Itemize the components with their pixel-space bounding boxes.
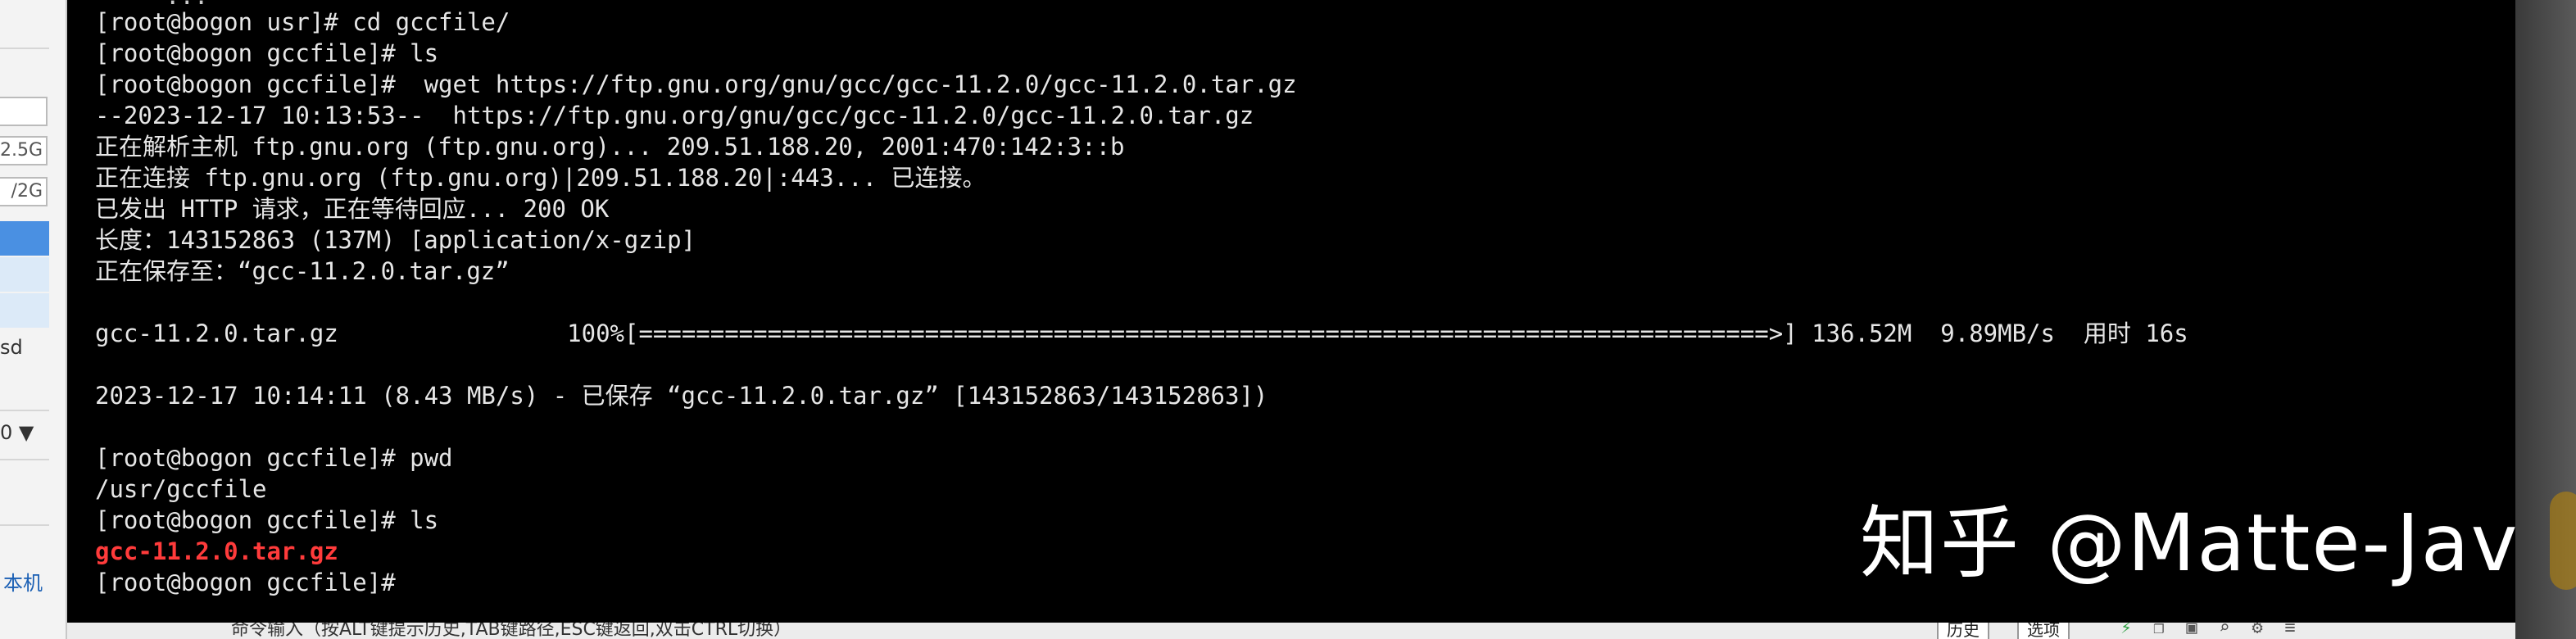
- disk-value-1: 2.5G: [0, 136, 48, 165]
- command-hint: 命令输入（按ALT键提示历史,TAB键路径,ESC键返回,双击CTRL切换）: [231, 623, 792, 639]
- list-row[interactable]: [0, 293, 49, 328]
- divider: [0, 48, 49, 49]
- lightning-icon[interactable]: ⚡: [2116, 623, 2137, 639]
- menu-icon[interactable]: ≡: [2279, 623, 2301, 639]
- terminal-line: 长度：143152863 (137M) [application/x-gzip]: [95, 226, 696, 254]
- side-dropdown[interactable]: 0 ▼: [0, 421, 49, 444]
- divider: [0, 524, 49, 526]
- terminal-line: [root@bogon usr]# cd gccfile/: [95, 8, 510, 36]
- side-panel: 2.5G /2G sd 0 ▼ 本机: [0, 0, 67, 639]
- zhihu-watermark: 知乎 @Matte-Java: [1860, 497, 2569, 589]
- local-link[interactable]: 本机: [3, 567, 52, 596]
- terminal-line: [root@bogon gccfile]# ls: [95, 39, 439, 67]
- divider: [0, 410, 49, 411]
- disk-field-1: [0, 97, 48, 126]
- terminal-line: 正在保存至：“gcc-11.2.0.tar.gz”: [95, 257, 510, 285]
- terminal-line: --2023-12-17 10:13:53-- https://ftp.gnu.…: [95, 102, 1254, 129]
- gear-icon[interactable]: ⚙: [2247, 623, 2268, 639]
- download-progress-line: gcc-11.2.0.tar.gz 100%[=================…: [95, 320, 2188, 347]
- terminal-line: 正在连接 ftp.gnu.org (ftp.gnu.org)|209.51.18…: [95, 164, 986, 192]
- search-icon[interactable]: ⌕: [2214, 623, 2235, 639]
- disk-value-2: /2G: [0, 177, 48, 206]
- list-row[interactable]: [0, 257, 49, 292]
- terminal-line: [root@bogon gccfile]# wget https://ftp.g…: [95, 70, 1297, 98]
- file-listing: gcc-11.2.0.tar.gz: [95, 537, 338, 565]
- divider: [0, 459, 49, 460]
- command-input-bar[interactable]: 命令输入（按ALT键提示历史,TAB键路径,ESC键返回,双击CTRL切换） 历…: [67, 623, 2515, 639]
- history-button[interactable]: 历史: [1937, 623, 1989, 639]
- terminal-line: [root@bogon gccfile]# ls: [95, 506, 439, 534]
- copy-icon[interactable]: ❐: [2148, 623, 2170, 639]
- terminal-line: [root@bogon gccfile]# pwd: [95, 444, 453, 472]
- terminal-line: /usr/gccfile: [95, 475, 267, 503]
- terminal-line: 正在解析主机 ftp.gnu.org (ftp.gnu.org)... 209.…: [95, 133, 1125, 161]
- terminal-line: 已发出 HTTP 请求，正在等待回应... 200 OK: [95, 195, 610, 223]
- prompt-line: [root@bogon gccfile]#: [95, 569, 396, 596]
- decorative-edge: [2550, 492, 2576, 590]
- selected-row[interactable]: [0, 221, 49, 256]
- terminal-line: 2023-12-17 10:14:11 (8.43 MB/s) - 已保存 “g…: [95, 382, 1268, 410]
- save-icon[interactable]: ▣: [2181, 623, 2202, 639]
- side-label: sd: [0, 336, 23, 359]
- options-button[interactable]: 选项: [2017, 623, 2070, 639]
